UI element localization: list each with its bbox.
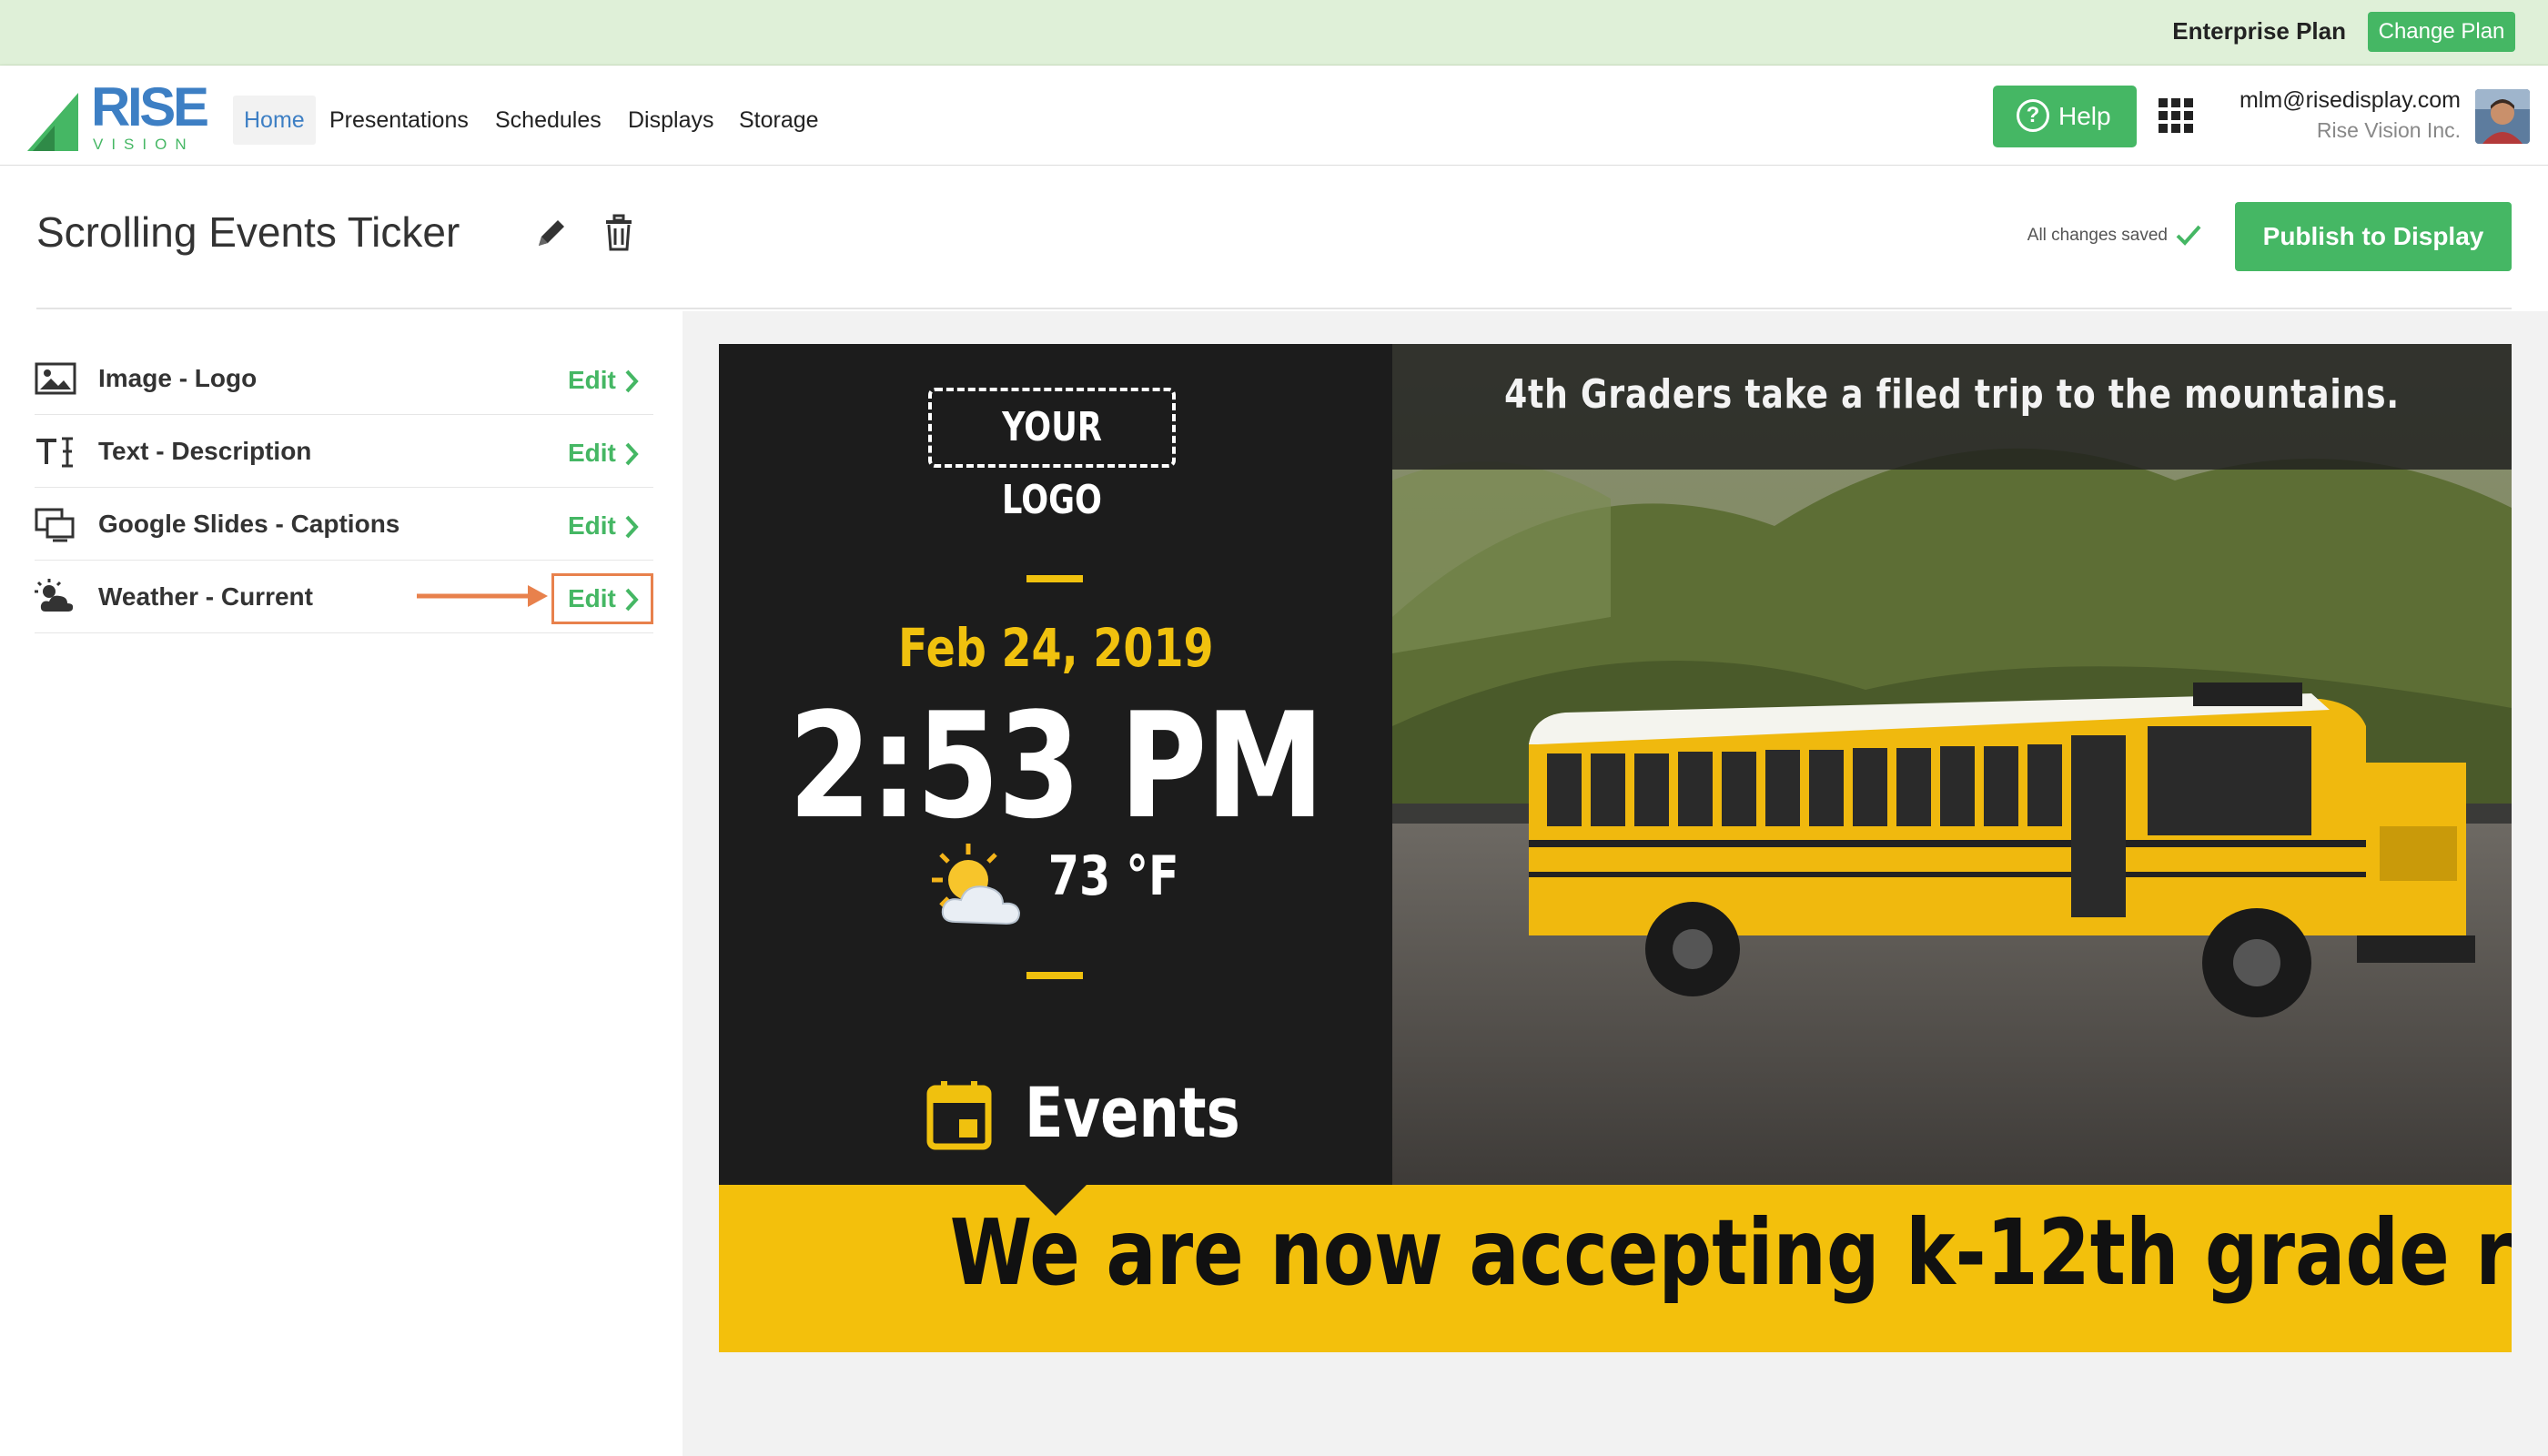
user-avatar[interactable] — [2475, 89, 2530, 144]
preview-date: Feb 24, 2019 — [719, 617, 1392, 679]
help-label: Help — [2058, 102, 2111, 130]
help-question-icon: ? — [2017, 98, 2049, 132]
nav-storage[interactable]: Storage — [728, 96, 830, 145]
edit-google-slides-button[interactable]: Edit — [551, 500, 653, 551]
edit-image-logo-button[interactable]: Edit — [551, 355, 653, 406]
pencil-icon[interactable] — [533, 215, 570, 251]
divider-dash-top — [1026, 575, 1083, 582]
partly-sunny-icon — [932, 844, 1021, 925]
component-label: Image - Logo — [98, 364, 258, 392]
logo-placeholder: YOUR LOGO — [928, 388, 1176, 523]
component-label: Google Slides - Captions — [98, 510, 400, 538]
top-navbar: RISE VISION Home Presentations Schedules… — [0, 66, 2548, 166]
date-value: Feb 24, 2019 — [897, 617, 1214, 679]
chevron-right-icon — [625, 369, 639, 393]
component-label: Weather - Current — [98, 582, 313, 611]
annotation-arrow-icon — [417, 585, 548, 607]
slide-caption: 4th Graders take a filed trip to the mou… — [1504, 371, 2400, 418]
events-heading: Events — [1001, 1072, 1264, 1153]
help-button[interactable]: ? Help — [1993, 86, 2137, 147]
component-label: Text - Description — [98, 437, 312, 465]
logo-wordmark: RISE — [91, 78, 209, 137]
plan-bar: Enterprise Plan Change Plan — [0, 0, 2548, 66]
chevron-right-icon — [625, 588, 639, 612]
check-icon — [2176, 225, 2201, 246]
weather-icon — [35, 579, 74, 612]
nav-home[interactable]: Home — [233, 96, 316, 145]
edit-weather-current-button[interactable]: Edit — [551, 573, 653, 624]
presentation-title: Scrolling Events Ticker — [36, 208, 460, 256]
rise-vision-logo[interactable]: RISE VISION — [27, 78, 214, 151]
temperature-value: 73 °F — [1047, 844, 1179, 908]
component-row-weather-current: Weather - Current Edit — [35, 561, 653, 633]
user-email[interactable]: mlm@risedisplay.com — [2240, 87, 2461, 114]
edit-label: Edit — [568, 511, 616, 540]
text-icon — [36, 437, 73, 468]
apps-grid-icon[interactable] — [2159, 98, 2193, 133]
ticker-message: We are now accepting k-12th grade regist… — [719, 1199, 2512, 1306]
user-company: Rise Vision Inc. — [2316, 118, 2461, 142]
chevron-right-icon — [625, 515, 639, 539]
events-label-text: Events — [1024, 1072, 1240, 1153]
slides-icon — [35, 508, 75, 542]
ticker-text: We are now accepting k-12th grade regist… — [949, 1199, 2512, 1306]
chevron-right-icon — [625, 442, 639, 466]
time-value: 2:53 PM — [788, 681, 1324, 851]
nav-schedules[interactable]: Schedules — [484, 96, 612, 145]
publish-to-display-button[interactable]: Publish to Display — [2235, 202, 2512, 271]
edit-label: Edit — [568, 366, 616, 394]
plan-name: Enterprise Plan — [2172, 17, 2346, 45]
save-status: All changes saved — [2027, 226, 2168, 245]
logo-subtext: VISION — [93, 136, 195, 151]
preview-time: 2:53 PM — [719, 681, 1392, 851]
preview-temperature: 73 °F — [1034, 844, 1193, 908]
trash-icon[interactable] — [601, 213, 637, 251]
edit-label: Edit — [568, 439, 616, 467]
header-divider — [36, 308, 2512, 309]
calendar-icon — [926, 1081, 992, 1150]
change-plan-button[interactable]: Change Plan — [2368, 12, 2515, 52]
nav-presentations[interactable]: Presentations — [318, 96, 480, 145]
component-row-image-logo: Image - Logo Edit — [35, 342, 653, 415]
presentation-preview: 4th Graders take a filed trip to the mou… — [719, 344, 2512, 1352]
edit-label: Edit — [568, 584, 616, 612]
component-row-text-description: Text - Description Edit — [35, 415, 653, 488]
nav-displays[interactable]: Displays — [617, 96, 724, 145]
image-icon — [35, 362, 76, 395]
edit-text-description-button[interactable]: Edit — [551, 428, 653, 479]
component-row-google-slides-captions: Google Slides - Captions Edit — [35, 488, 653, 561]
divider-dash-bottom — [1026, 972, 1083, 979]
school-bus-photo — [1392, 344, 2512, 1185]
logo-placeholder-text: YOUR LOGO — [1002, 404, 1102, 523]
